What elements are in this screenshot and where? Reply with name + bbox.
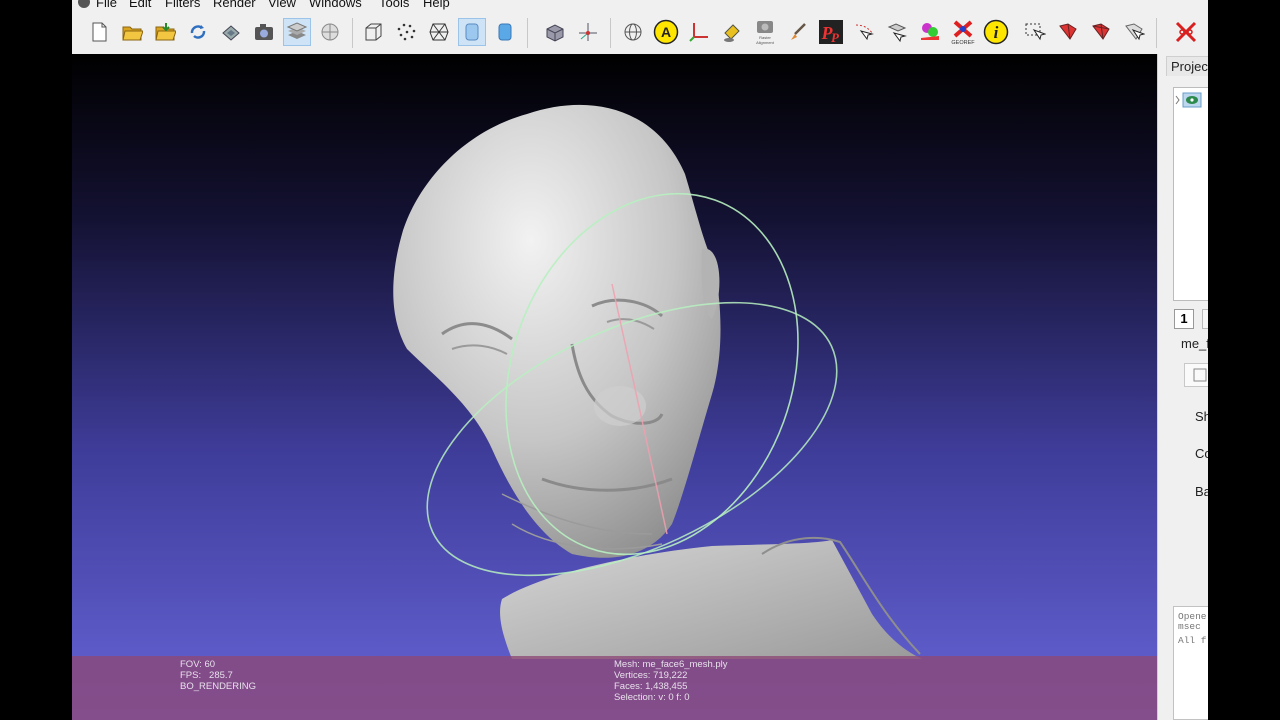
app-logo-icon	[78, 0, 90, 8]
mesh-name-label: Mesh: me_face6_mesh.ply	[614, 659, 728, 670]
layer-button-2[interactable]	[1202, 309, 1208, 329]
point-picking-icon[interactable]	[851, 19, 877, 45]
paint-color-icon[interactable]	[917, 19, 943, 45]
annotation-icon[interactable]: A	[653, 19, 679, 45]
fov-label: FOV: 60	[180, 659, 216, 670]
export-mesh-icon[interactable]	[218, 19, 244, 45]
menu-file[interactable]: File	[96, 0, 117, 10]
layer-item[interactable]	[1174, 90, 1208, 110]
import-mesh-icon[interactable]	[152, 19, 178, 45]
menu-windows[interactable]: Windows	[309, 0, 362, 10]
log-box: Opene msec All f	[1173, 606, 1208, 720]
menu-edit[interactable]: Edit	[129, 0, 151, 10]
render-mode-label: BO_RENDERING	[180, 681, 257, 692]
menu-view[interactable]: View	[268, 0, 296, 10]
layer-panel: Project 1 me_f Sh Co Ba Opene msec All f	[1157, 54, 1208, 720]
wireframe-icon[interactable]	[426, 19, 452, 45]
prop-backface-label: Ba	[1195, 484, 1208, 499]
georef-icon[interactable]: GEOREF	[950, 19, 976, 45]
select-faces-icon[interactable]	[1022, 19, 1048, 45]
meshlab-window: File Edit Filters Render View Windows To…	[72, 0, 1208, 720]
menu-filters[interactable]: Filters	[165, 0, 200, 10]
snapshot-icon[interactable]	[251, 19, 277, 45]
render-info: FOV: 60 FPS: 285.7 BO_RENDERING	[180, 659, 256, 692]
menu-help[interactable]: Help	[423, 0, 450, 10]
layer-name-label: me_f	[1181, 336, 1208, 351]
log-line: msec	[1178, 621, 1201, 632]
decorator-button[interactable]	[1184, 363, 1208, 387]
delete-icon[interactable]	[1173, 19, 1199, 45]
measure-icon[interactable]	[686, 19, 712, 45]
pick-points-icon[interactable]: PP	[818, 19, 844, 45]
svg-text:i: i	[994, 23, 999, 42]
layers-icon[interactable]	[283, 18, 311, 46]
main-toolbar: A Raster Alignment PP GEOREF i	[72, 12, 1208, 55]
tab-project[interactable]: Project	[1166, 56, 1208, 76]
layer-number-button[interactable]: 1	[1174, 309, 1194, 329]
select-vertices-icon[interactable]	[1055, 19, 1081, 45]
face-mesh-render	[393, 104, 922, 659]
prop-shading-label: Sh	[1195, 409, 1208, 424]
vertex-normals-icon[interactable]	[542, 19, 568, 45]
new-project-icon[interactable]	[86, 19, 112, 45]
expand-arrow-icon	[1175, 95, 1180, 105]
mesh-info: Mesh: me_face6_mesh.ply Vertices: 719,22…	[614, 659, 728, 703]
axis-icon[interactable]	[575, 19, 601, 45]
menu-render[interactable]: Render	[213, 0, 256, 10]
svg-text:Alignment: Alignment	[756, 40, 775, 45]
layer-list[interactable]	[1173, 87, 1208, 301]
svg-text:GEOREF: GEOREF	[951, 40, 975, 45]
fps-label: FPS: 285.7	[180, 670, 233, 681]
open-project-icon[interactable]	[119, 19, 145, 45]
color-bucket-icon[interactable]	[719, 19, 745, 45]
bounding-box-icon[interactable]	[360, 19, 386, 45]
flat-shading-icon[interactable]	[458, 18, 486, 46]
menu-bar: File Edit Filters Render View Windows To…	[72, 0, 1208, 12]
vertices-label: Vertices: 719,222	[614, 670, 688, 681]
prop-color-label: Co	[1195, 446, 1208, 461]
select-area-icon[interactable]	[1121, 19, 1147, 45]
selection-label: Selection: v: 0 f: 0	[614, 692, 690, 703]
paint-brush-icon[interactable]	[785, 19, 811, 45]
info-icon[interactable]: i	[983, 19, 1009, 45]
log-line: All f	[1178, 635, 1207, 646]
fps-value: 285.7	[209, 670, 233, 681]
globe-icon[interactable]	[620, 19, 646, 45]
smooth-shading-icon[interactable]	[492, 19, 518, 45]
select-conn-icon[interactable]	[1088, 19, 1114, 45]
faces-label: Faces: 1,438,455	[614, 681, 688, 692]
align-tool-icon[interactable]	[884, 19, 910, 45]
svg-text:P: P	[831, 30, 840, 45]
svg-text:A: A	[661, 24, 671, 40]
point-cloud-icon[interactable]	[393, 19, 419, 45]
3d-viewport[interactable]: FOV: 60 FPS: 285.7 BO_RENDERING Mesh: me…	[72, 54, 1157, 720]
reload-icon[interactable]	[185, 19, 211, 45]
raster-align-icon[interactable]: Raster Alignment	[752, 19, 778, 45]
model-info-icon[interactable]	[317, 19, 343, 45]
menu-tools[interactable]: Tools	[379, 0, 409, 10]
